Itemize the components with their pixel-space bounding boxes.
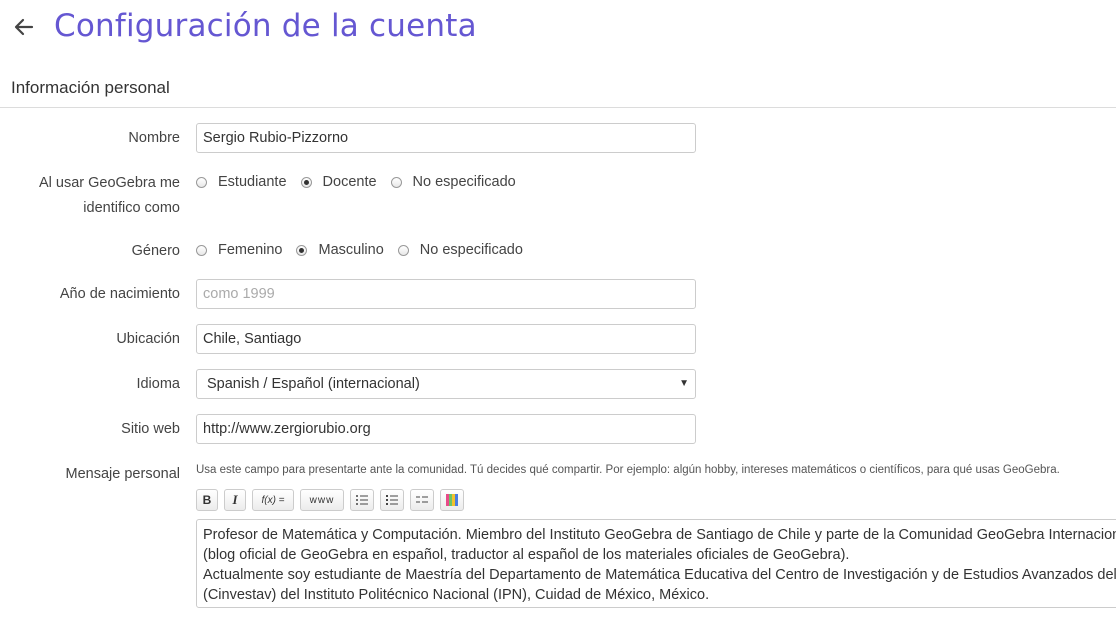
- role-option-label: Docente: [322, 174, 377, 190]
- bold-button[interactable]: B: [196, 489, 218, 511]
- role-option-teacher[interactable]: Docente: [300, 174, 377, 190]
- message-line: (Cinvestav) del Instituto Politécnico Na…: [203, 587, 710, 603]
- birth-year-field[interactable]: [196, 279, 696, 309]
- caret-down-icon: ▼: [679, 378, 689, 389]
- gender-label: Género: [131, 243, 180, 259]
- name-field[interactable]: [196, 123, 696, 153]
- radio-button[interactable]: [196, 244, 207, 256]
- arrow-left-icon: [14, 18, 34, 36]
- message-line: Profesor de Matemática y Computación. Mi…: [203, 527, 1116, 543]
- gender-option-male[interactable]: Masculino: [296, 242, 384, 258]
- indent-list-button[interactable]: [410, 489, 434, 511]
- personal-message-textarea[interactable]: Profesor de Matemática y Computación. Mi…: [196, 519, 1116, 608]
- website-label: Sitio web: [121, 421, 180, 437]
- location-label: Ubicación: [116, 331, 180, 347]
- header: Configuración de la cuenta: [0, 0, 1116, 56]
- editor-toolbar: B I f(x) = www: [196, 489, 464, 511]
- message-line: (blog oficial de GeoGebra en español, tr…: [203, 547, 850, 563]
- birth-year-label: Año de nacimiento: [59, 286, 180, 302]
- radio-button[interactable]: [196, 176, 207, 188]
- bullet-list-icon: [356, 495, 368, 505]
- color-picker-icon: [446, 494, 458, 506]
- link-button[interactable]: www: [300, 489, 344, 511]
- color-button[interactable]: [440, 489, 464, 511]
- gender-option-unspecified[interactable]: No especificado: [397, 242, 523, 258]
- radio-button-checked[interactable]: [300, 176, 312, 188]
- numbered-list-icon: [386, 495, 398, 505]
- message-hint: Usa este campo para presentarte ante la …: [196, 464, 1060, 476]
- gender-option-female[interactable]: Femenino: [196, 242, 282, 258]
- italic-button[interactable]: I: [224, 489, 246, 511]
- language-select[interactable]: Spanish / Español (internacional) ▼: [196, 369, 696, 399]
- role-label: Al usar GeoGebra me identifico como: [38, 175, 180, 216]
- gender-radio-group: Femenino Masculino No especificado: [196, 242, 537, 258]
- name-label: Nombre: [128, 130, 180, 146]
- back-button[interactable]: [12, 15, 36, 39]
- role-option-label: Estudiante: [218, 174, 287, 190]
- gender-option-label: No especificado: [419, 242, 523, 258]
- role-option-label: No especificado: [412, 174, 516, 190]
- radio-button[interactable]: [390, 176, 402, 188]
- gender-option-label: Femenino: [218, 242, 283, 258]
- section-title: Información personal: [11, 78, 170, 97]
- role-option-student[interactable]: Estudiante: [196, 174, 287, 190]
- radio-button-checked[interactable]: [296, 244, 308, 256]
- message-line: Actualmente soy estudiante de Maestría d…: [203, 567, 1116, 583]
- numbered-list-button[interactable]: [380, 489, 404, 511]
- page-title: Configuración de la cuenta: [54, 8, 477, 44]
- location-field[interactable]: [196, 324, 696, 354]
- language-selected-value: Spanish / Español (internacional): [207, 376, 420, 392]
- indent-list-icon: [416, 496, 428, 503]
- formula-button[interactable]: f(x) =: [252, 489, 294, 511]
- gender-option-label: Masculino: [318, 242, 384, 258]
- website-field[interactable]: [196, 414, 696, 444]
- language-label: Idioma: [136, 376, 180, 392]
- message-label: Mensaje personal: [65, 466, 180, 482]
- role-radio-group: Estudiante Docente No especificado: [196, 174, 530, 190]
- role-option-unspecified[interactable]: No especificado: [390, 174, 516, 190]
- radio-button[interactable]: [397, 244, 409, 256]
- bullet-list-button[interactable]: [350, 489, 374, 511]
- section-divider: [0, 107, 1116, 108]
